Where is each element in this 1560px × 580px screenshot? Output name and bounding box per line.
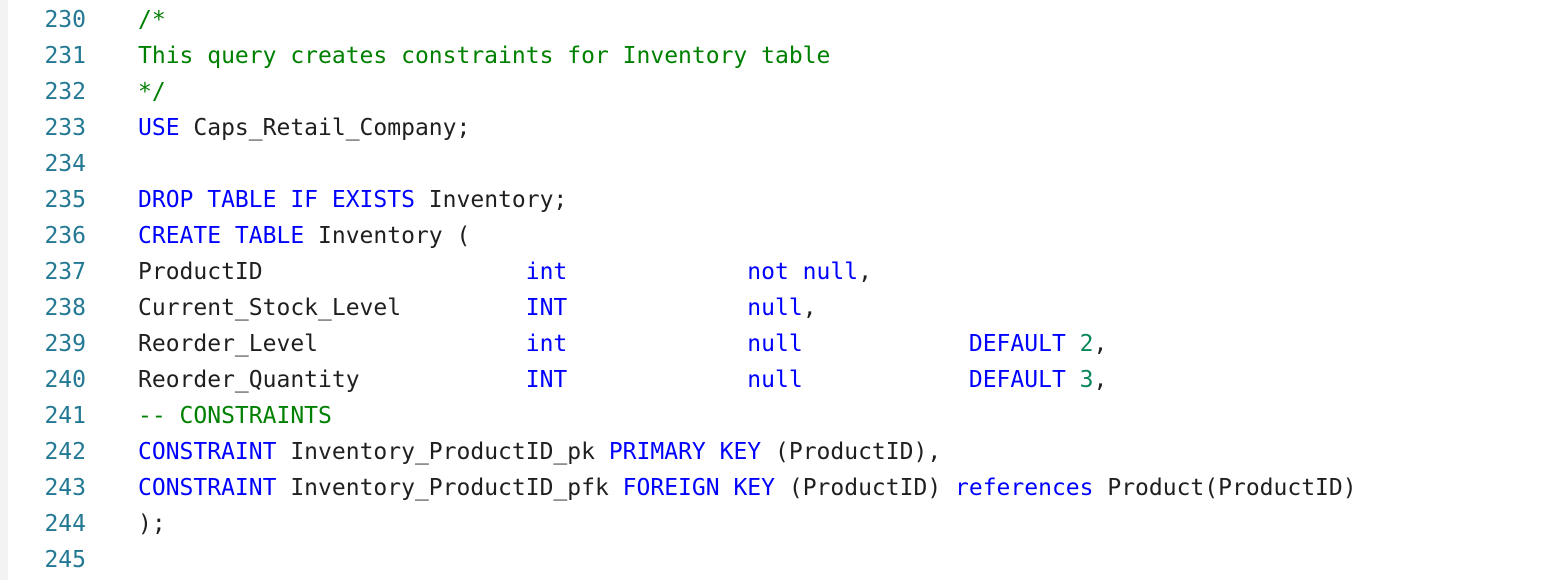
line-content[interactable]: */ <box>138 74 166 110</box>
number-token: 3 <box>1079 367 1094 393</box>
keyword-token: references <box>955 475 1094 501</box>
code-line[interactable]: 236 CREATE TABLE Inventory ( <box>0 218 1560 254</box>
line-number: 244 <box>44 511 86 537</box>
line-content[interactable]: USE Caps_Retail_Company; <box>138 110 470 146</box>
line-content[interactable]: This query creates constraints for Inven… <box>138 38 830 74</box>
text-token: Current_Stock_Level <box>138 295 526 321</box>
line-content[interactable]: ProductID int not null, <box>138 254 872 290</box>
text-token: , <box>1093 331 1108 357</box>
line-number: 238 <box>44 295 86 321</box>
text-token: Reorder_Quantity <box>138 367 526 393</box>
text-token: Inventory_ProductID_pfk <box>276 475 623 501</box>
line-content[interactable]: -- CONSTRAINTS <box>138 398 332 434</box>
comment-token: */ <box>138 79 166 105</box>
comment-token: -- CONSTRAINTS <box>138 403 332 429</box>
code-line[interactable]: 237 ProductID int not null, <box>0 254 1560 290</box>
line-content[interactable]: Reorder_Quantity INT null DEFAULT 3, <box>138 362 1107 398</box>
text-token: Reorder_Level <box>138 331 526 357</box>
code-lines[interactable]: 230 /* 231 This query creates constraints f… <box>0 2 1560 578</box>
code-line[interactable]: 238 Current_Stock_Level INT null, <box>0 290 1560 326</box>
line-number: 232 <box>44 79 86 105</box>
line-number: 245 <box>44 547 86 573</box>
code-line[interactable]: 233 USE Caps_Retail_Company; <box>0 110 1560 146</box>
line-content[interactable]: ); <box>138 506 166 542</box>
code-line[interactable]: 231 This query creates constraints for In… <box>0 38 1560 74</box>
keyword-token: DEFAULT <box>968 367 1066 393</box>
keyword-token: USE <box>138 115 180 141</box>
text-token: Inventory_ProductID_pk <box>276 439 609 465</box>
code-line[interactable]: 244); <box>0 506 1560 542</box>
line-number: 234 <box>44 151 86 177</box>
keyword-token: int <box>525 331 568 357</box>
code-line[interactable]: 241 -- CONSTRAINTS <box>0 398 1560 434</box>
line-number: 233 <box>44 115 86 141</box>
text-token: ProductID <box>138 259 526 285</box>
keyword-token: PRIMARY KEY <box>608 439 762 465</box>
code-line[interactable]: 243 CONSTRAINT Inventory_ProductID_pfk FO… <box>0 470 1560 506</box>
line-number: 239 <box>44 331 86 357</box>
line-content[interactable]: Reorder_Level int null DEFAULT 2, <box>138 326 1107 362</box>
code-line[interactable]: 239 Reorder_Level int null DEFAULT 2, <box>0 326 1560 362</box>
text-token: , <box>858 259 872 285</box>
text-token: (ProductID), <box>761 439 942 465</box>
code-editor[interactable]: 230 /* 231 This query creates constraints f… <box>0 0 1560 580</box>
comment-token: This query creates constraints for Inven… <box>138 43 831 69</box>
line-content[interactable]: DROP TABLE IF EXISTS Inventory; <box>138 182 567 218</box>
line-number: 231 <box>44 43 86 69</box>
text-token: Inventory; <box>414 187 568 213</box>
text-token: Caps_Retail_Company; <box>179 115 471 141</box>
line-number: 235 <box>44 187 86 213</box>
comment-token: /* <box>138 7 166 33</box>
line-content[interactable]: /* <box>138 2 166 38</box>
keyword-token: int <box>525 259 568 285</box>
keyword-token: CONSTRAINT <box>138 439 277 465</box>
line-content[interactable]: Current_Stock_Level INT null, <box>138 290 817 326</box>
text-token: Inventory ( <box>304 223 471 249</box>
keyword-token: null <box>747 367 803 393</box>
line-content[interactable]: CREATE TABLE Inventory ( <box>138 218 470 254</box>
line-number: 240 <box>44 367 86 393</box>
code-line[interactable]: 242 CONSTRAINT Inventory_ProductID_pk PRI… <box>0 434 1560 470</box>
code-line[interactable]: 230 /* <box>0 2 1560 38</box>
keyword-token: FOREIGN KEY <box>622 475 775 501</box>
line-number: 242 <box>44 439 86 465</box>
code-line[interactable]: 234 <box>0 146 1560 182</box>
code-line[interactable]: 235 DROP TABLE IF EXISTS Inventory; <box>0 182 1560 218</box>
keyword-token: DROP TABLE IF EXISTS <box>138 187 415 213</box>
code-line[interactable]: 232 */ <box>0 74 1560 110</box>
keyword-token: null <box>747 331 803 357</box>
line-number: 230 <box>44 7 86 33</box>
text-token: , <box>802 295 817 321</box>
text-token: Product(ProductID) <box>1093 475 1357 501</box>
code-line[interactable]: 240 Reorder_Quantity INT null DEFAULT 3, <box>0 362 1560 398</box>
line-content[interactable]: CONSTRAINT Inventory_ProductID_pk PRIMAR… <box>138 434 941 470</box>
line-number: 236 <box>44 223 86 249</box>
text-token: (ProductID) <box>775 475 956 501</box>
line-number: 243 <box>44 475 86 501</box>
keyword-token: CREATE TABLE <box>138 223 305 249</box>
keyword-token: DEFAULT <box>968 331 1066 357</box>
keyword-token: INT <box>525 367 568 393</box>
keyword-token: INT <box>525 295 568 321</box>
keyword-token: null <box>747 295 803 321</box>
keyword-token: CONSTRAINT <box>138 475 277 501</box>
text-token: , <box>1093 367 1108 393</box>
line-number: 241 <box>44 403 86 429</box>
number-token: 2 <box>1079 331 1094 357</box>
line-number: 237 <box>44 259 86 285</box>
keyword-token: not null <box>747 259 859 285</box>
line-content[interactable]: CONSTRAINT Inventory_ProductID_pfk FOREI… <box>138 470 1357 506</box>
text-token: ); <box>138 511 166 537</box>
code-line[interactable]: 245 <box>0 542 1560 578</box>
